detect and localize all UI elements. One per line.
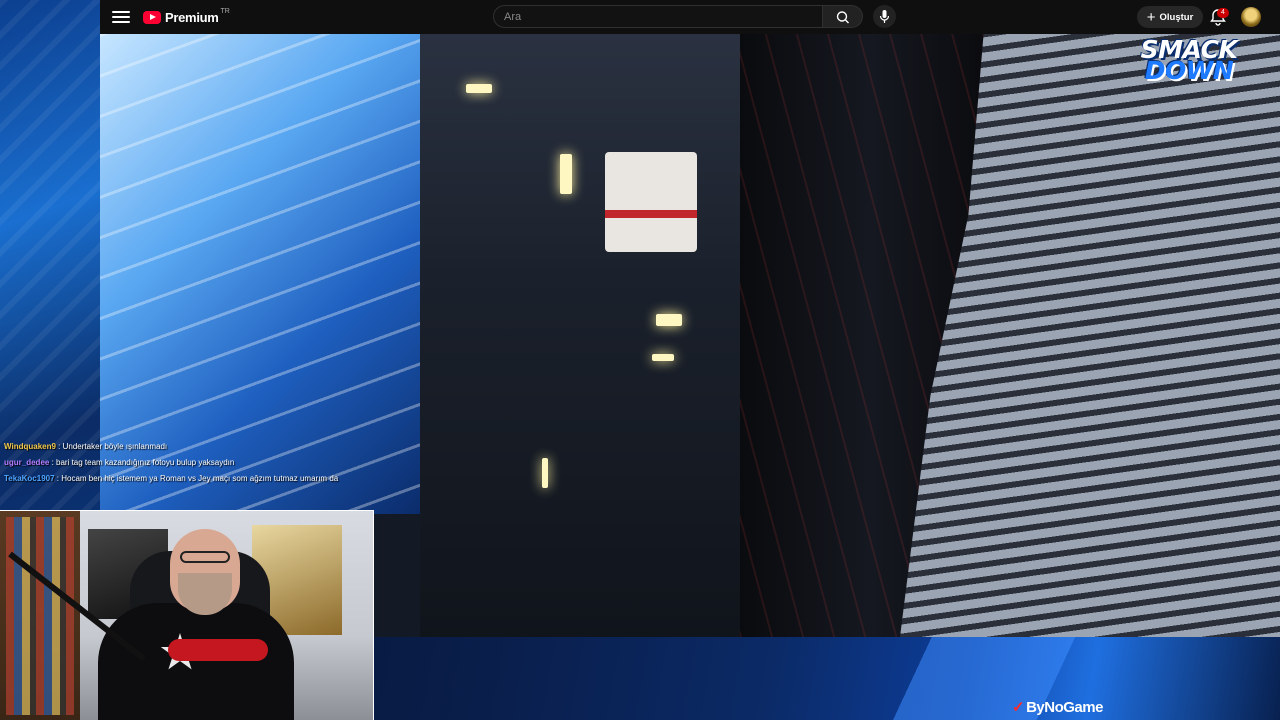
chat-username: Windquaken9 bbox=[4, 442, 56, 451]
stage-light bbox=[656, 314, 682, 326]
stage-light bbox=[466, 84, 492, 93]
search-icon bbox=[836, 11, 849, 24]
voice-search-button[interactable] bbox=[873, 5, 896, 28]
backstage-tunnel bbox=[420, 34, 750, 637]
avatar[interactable] bbox=[1241, 7, 1261, 27]
microphone bbox=[168, 639, 268, 661]
chat-text: Undertaker böyle ışınlanmadı bbox=[62, 442, 168, 451]
smackdown-logo-line2: DOWN bbox=[1144, 56, 1234, 85]
youtube-header: Premium TR + Oluştur bbox=[100, 0, 1280, 34]
microphone-icon bbox=[879, 10, 890, 23]
search-button[interactable] bbox=[823, 5, 863, 28]
menu-icon[interactable] bbox=[112, 8, 130, 26]
stream-frame: SMACK DOWN Premium TR + O bbox=[0, 0, 1280, 720]
chat-message: TekaKoc1907 : Hocam ben hiç istemem ya R… bbox=[4, 474, 339, 483]
smackdown-logo: SMACK DOWN bbox=[1101, 36, 1277, 84]
chat-message: Windquaken9 : Undertaker böyle ışınlanma… bbox=[4, 442, 168, 451]
plus-icon: + bbox=[1146, 8, 1156, 26]
chat-message: ugur_dedee : bari tag team kazandığınız … bbox=[4, 458, 235, 467]
glasses bbox=[180, 551, 230, 563]
chat-username: TekaKoc1907 bbox=[4, 474, 55, 483]
streamer-webcam bbox=[0, 510, 374, 720]
logo-region: TR bbox=[220, 7, 230, 15]
search-input[interactable] bbox=[494, 6, 822, 27]
chat-overlay: Windquaken9 : Undertaker böyle ışınlanma… bbox=[4, 439, 424, 487]
create-button[interactable]: + Oluştur bbox=[1137, 6, 1203, 28]
bynogame-mark-icon: ✓ bbox=[1012, 699, 1025, 716]
stage-light bbox=[542, 458, 548, 488]
streamer-body bbox=[98, 603, 294, 720]
search-field[interactable] bbox=[493, 5, 823, 28]
stage-light bbox=[560, 154, 572, 194]
chat-text: bari tag team kazandığınız fotoyu bulup … bbox=[56, 458, 235, 467]
chat-text: Hocam ben hiç istemem ya Roman vs Jey ma… bbox=[61, 474, 339, 483]
ambulance bbox=[605, 152, 697, 252]
logo-text: Premium bbox=[165, 9, 219, 25]
stage-light bbox=[652, 354, 674, 361]
chat-username: ugur_dedee bbox=[4, 458, 50, 467]
create-label: Oluştur bbox=[1159, 11, 1194, 23]
youtube-logo[interactable]: Premium TR bbox=[143, 7, 232, 25]
notification-badge: 4 bbox=[1217, 8, 1229, 18]
collectibles-shelf bbox=[0, 511, 80, 720]
sponsor-name: ByNoGame bbox=[1026, 699, 1103, 716]
sponsor-logo: ✓ ByNoGame bbox=[1012, 698, 1103, 716]
youtube-play-icon bbox=[143, 10, 161, 24]
